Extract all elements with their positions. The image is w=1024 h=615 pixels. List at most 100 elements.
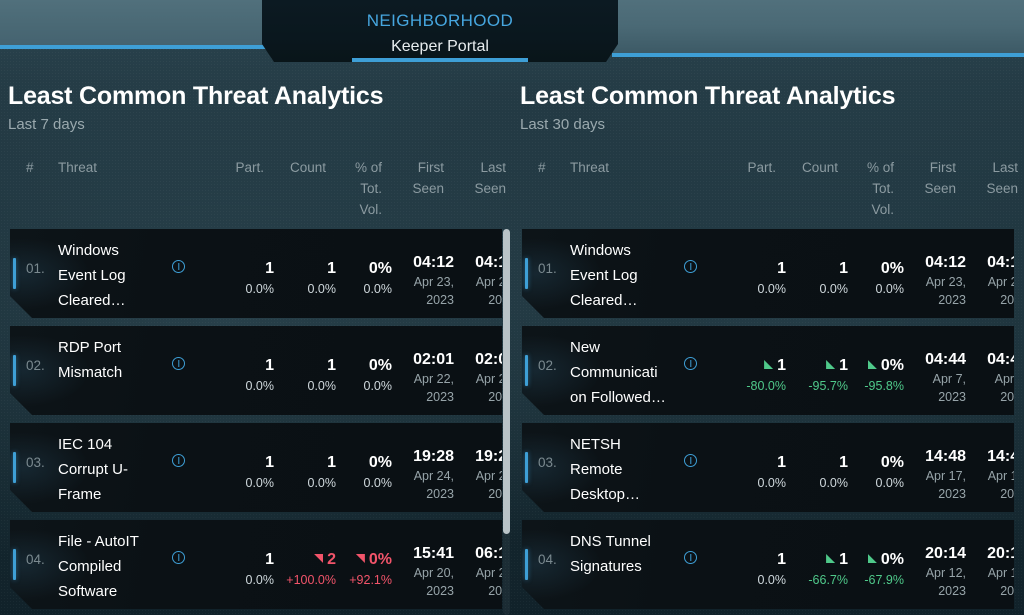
- info-circle-icon[interactable]: [684, 454, 697, 467]
- portal-title-plate[interactable]: NEIGHBORHOOD Keeper Portal: [262, 0, 618, 62]
- first-seen-date-line-2: 2023: [938, 390, 966, 404]
- count-delta: 0.0%: [307, 476, 337, 490]
- last-seen-cell: 04:12 Apr 23, 2023: [968, 253, 1014, 308]
- table-row[interactable]: 01. Windows Event Log Cleared… 1 0.0% 1 0.0% 0…: [522, 229, 1014, 318]
- column-header-last-seen[interactable]: Last Seen: [450, 157, 506, 199]
- pct-total-volume-delta: -95.8%: [864, 379, 904, 393]
- threat-name[interactable]: IEC 104 Corrupt U-Frame: [58, 432, 154, 507]
- count-delta: 0.0%: [819, 476, 849, 490]
- table-column-headers: # Threat Part. Count % of Tot. Vol. Firs…: [0, 157, 512, 227]
- participants-value: 1: [777, 454, 786, 471]
- page-title: Least Common Threat Analytics: [520, 82, 896, 110]
- count-value: 1: [327, 454, 336, 471]
- row-index: 01.: [538, 261, 557, 276]
- trend-up-triangle-icon: [355, 554, 365, 563]
- info-circle-icon[interactable]: [684, 551, 697, 564]
- pct-total-volume-cell: 0% 0.0%: [844, 259, 905, 298]
- pct-total-volume-delta: 0.0%: [363, 282, 393, 296]
- column-header-count[interactable]: Count: [778, 157, 838, 178]
- first-seen-cell: 15:41 Apr 20, 2023: [394, 544, 454, 599]
- count-value: 2: [266, 550, 336, 569]
- column-header-first-seen[interactable]: First Seen: [388, 157, 444, 199]
- count-cell: 1 -66.7%: [778, 550, 848, 589]
- column-header-last-seen[interactable]: Last Seen: [962, 157, 1018, 199]
- count-value: 1: [327, 260, 336, 277]
- first-seen-date-line-1: Apr 20,: [413, 566, 454, 580]
- info-circle-icon[interactable]: [172, 260, 185, 273]
- column-header-count[interactable]: Count: [266, 157, 326, 178]
- portal-title-underline: [352, 58, 528, 62]
- first-seen-cell: 04:12 Apr 23, 2023: [394, 253, 454, 308]
- table-row[interactable]: 01. Windows Event Log Cleared… 1 0.0% 1 0.0% 0…: [10, 229, 502, 318]
- top-header-bar: NEIGHBORHOOD Keeper Portal: [0, 0, 1024, 62]
- column-header-first-seen[interactable]: First Seen: [900, 157, 956, 199]
- column-header-first-line-1: First: [929, 160, 956, 175]
- threat-name[interactable]: Windows Event Log Cleared…: [570, 238, 666, 313]
- info-circle-icon[interactable]: [684, 357, 697, 370]
- participants-delta: 0.0%: [757, 282, 787, 296]
- count-cell: 1 -95.7%: [778, 356, 848, 395]
- threat-list-scrollbar[interactable]: [503, 229, 510, 615]
- info-circle-icon[interactable]: [172, 357, 185, 370]
- column-header-threat[interactable]: Threat: [58, 157, 178, 178]
- threat-name[interactable]: RDP Port Mismatch: [58, 335, 154, 385]
- column-header-participants[interactable]: Part.: [710, 157, 776, 178]
- portal-name-label: Keeper Portal: [391, 38, 489, 55]
- pct-total-volume-delta: 0.0%: [363, 379, 393, 393]
- threat-name[interactable]: New Communicati on Followed…: [570, 335, 666, 410]
- participants-value: 1: [265, 454, 274, 471]
- last-seen-date-line-2: 2023: [1000, 584, 1022, 598]
- first-seen-time: 04:12: [413, 254, 454, 271]
- participants-value: 1: [265, 357, 274, 374]
- last-seen-date-line-1: Apr 7,: [994, 372, 1024, 386]
- participants-delta: 0.0%: [245, 379, 275, 393]
- first-seen-time: 19:28: [413, 448, 454, 465]
- column-header-number[interactable]: #: [538, 157, 552, 178]
- first-seen-time: 20:14: [925, 545, 966, 562]
- table-row[interactable]: 02. New Communicati on Followed… 1 -80.0% 1 -…: [522, 326, 1014, 415]
- threat-table-body: 01. Windows Event Log Cleared… 1 0.0% 1 0.0% 0…: [0, 229, 512, 615]
- row-index: 04.: [538, 552, 557, 567]
- count-cell: 1 0.0%: [266, 453, 337, 492]
- column-header-number[interactable]: #: [26, 157, 40, 178]
- row-accent-bar: [13, 549, 16, 580]
- pct-total-volume-value: 0%: [368, 357, 392, 374]
- trend-down-triangle-icon: [764, 360, 774, 369]
- table-row[interactable]: 03. IEC 104 Corrupt U-Frame 1 0.0% 1 0.0% 0% 0.…: [10, 423, 502, 512]
- pct-total-volume-cell: 0% +92.1%: [332, 550, 392, 589]
- count-cell: 1 0.0%: [778, 453, 849, 492]
- column-header-last-line-2: Seen: [474, 181, 506, 196]
- info-circle-icon[interactable]: [172, 551, 185, 564]
- first-seen-time: 02:01: [413, 351, 454, 368]
- last-seen-time: 04:44: [987, 351, 1024, 368]
- threat-name[interactable]: Windows Event Log Cleared…: [58, 238, 154, 313]
- first-seen-time: 14:48: [925, 448, 966, 465]
- table-row[interactable]: 02. RDP Port Mismatch 1 0.0% 1 0.0% 0% 0.0% 02:0…: [10, 326, 502, 415]
- participants-value: 1: [710, 356, 786, 375]
- header-bar-right-segment: [612, 0, 1024, 57]
- table-row[interactable]: 03. NETSH Remote Desktop… 1 0.0% 1 0.0% 0% 0.0%…: [522, 423, 1014, 512]
- column-header-pct-total-volume[interactable]: % of Tot. Vol.: [330, 157, 382, 220]
- first-seen-cell: 02:01 Apr 22, 2023: [394, 350, 454, 405]
- threat-name[interactable]: File - AutoIT Compiled Software: [58, 529, 154, 604]
- column-header-threat[interactable]: Threat: [570, 157, 690, 178]
- participants-cell: 1 0.0%: [710, 453, 787, 492]
- trend-up-triangle-icon: [314, 554, 324, 563]
- threat-name[interactable]: NETSH Remote Desktop…: [570, 432, 666, 507]
- participants-value: 1: [265, 551, 274, 568]
- column-header-participants[interactable]: Part.: [198, 157, 264, 178]
- first-seen-date-line-1: Apr 24,: [413, 469, 454, 483]
- participants-delta: -80.0%: [746, 379, 786, 393]
- column-header-pct-total-volume[interactable]: % of Tot. Vol.: [842, 157, 894, 220]
- scrollbar-thumb[interactable]: [503, 229, 510, 534]
- panel-least-common-threat-30-days: Least Common Threat Analytics Last 30 da…: [512, 62, 1024, 615]
- row-index: 03.: [538, 455, 557, 470]
- column-header-first-line-1: First: [417, 160, 444, 175]
- table-row[interactable]: 04. DNS Tunnel Signatures 1 0.0% 1 -66.7% 0% -6…: [522, 520, 1014, 609]
- table-row[interactable]: 04. File - AutoIT Compiled Software 1 0.0% 2…: [10, 520, 502, 609]
- info-circle-icon[interactable]: [172, 454, 185, 467]
- pct-total-volume-value: 0%: [844, 356, 904, 375]
- participants-cell: 1 0.0%: [198, 259, 275, 298]
- threat-name[interactable]: DNS Tunnel Signatures: [570, 529, 666, 579]
- info-circle-icon[interactable]: [684, 260, 697, 273]
